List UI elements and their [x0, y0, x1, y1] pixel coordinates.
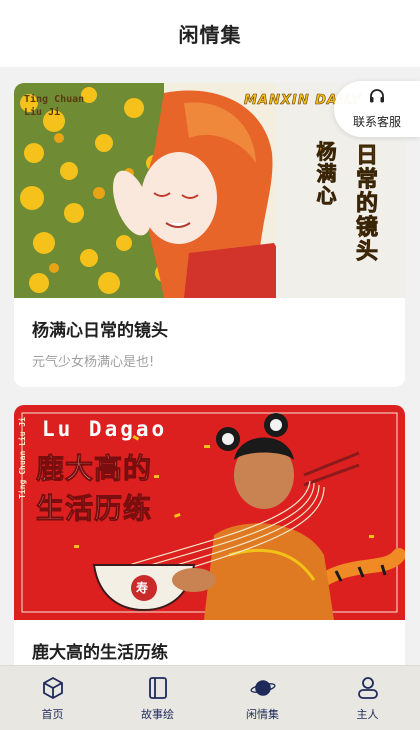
page-title: 闲情集 [178, 23, 242, 47]
bottom-tab-bar: 首页 故事绘 闲情集 主人 [0, 665, 420, 730]
tab-label: 主人 [356, 707, 379, 721]
tab-label: 闲情集 [246, 707, 279, 721]
content-feed[interactable]: Ting Chuan Liu Ji MANXIN DAILY 日常的镜头 杨满心… [0, 67, 420, 665]
art-bowl-char: 寿 [136, 581, 149, 595]
tab-home[interactable]: 首页 [0, 666, 105, 730]
art-name-chars: 杨满心 [313, 141, 338, 208]
book-icon [145, 675, 171, 701]
card-subtitle: 元气少女杨满心是也! [32, 355, 155, 370]
tab-leisure[interactable]: 闲情集 [210, 666, 315, 730]
card-artwork: Lu Dagao 鹿大高的 生活历练 Ting Chuan Liu Ji 寿 [14, 405, 405, 620]
customer-service-button[interactable]: 联系客服 [334, 81, 420, 137]
tab-profile[interactable]: 主人 [315, 666, 420, 730]
art-side-text: Ting Chuan Liu Ji [18, 417, 27, 499]
art-title-line2: 生活历练 [35, 492, 153, 526]
page-header: 闲情集 [0, 0, 420, 67]
tab-stories[interactable]: 故事绘 [105, 666, 210, 730]
headset-icon [368, 88, 386, 110]
user-icon [355, 675, 381, 701]
tab-label: 故事绘 [141, 707, 174, 721]
card-title: 鹿大高的生活历练 [32, 643, 168, 663]
tab-label: 首页 [41, 707, 64, 721]
cube-icon [40, 675, 66, 701]
customer-service-label: 联系客服 [352, 115, 401, 129]
art-big-chars: 日常的镜头 [352, 143, 378, 264]
art-title-line1: 鹿大高的 [35, 452, 153, 486]
card-title: 杨满心日常的镜头 [32, 321, 168, 341]
story-card-2[interactable]: Lu Dagao 鹿大高的 生活历练 Ting Chuan Liu Ji 寿 鹿… [14, 405, 405, 665]
planet-icon [249, 675, 276, 701]
art-credit-text: Ting Chuan Liu Ji [24, 94, 85, 118]
art-latin-title: Lu Dagao [42, 417, 168, 441]
